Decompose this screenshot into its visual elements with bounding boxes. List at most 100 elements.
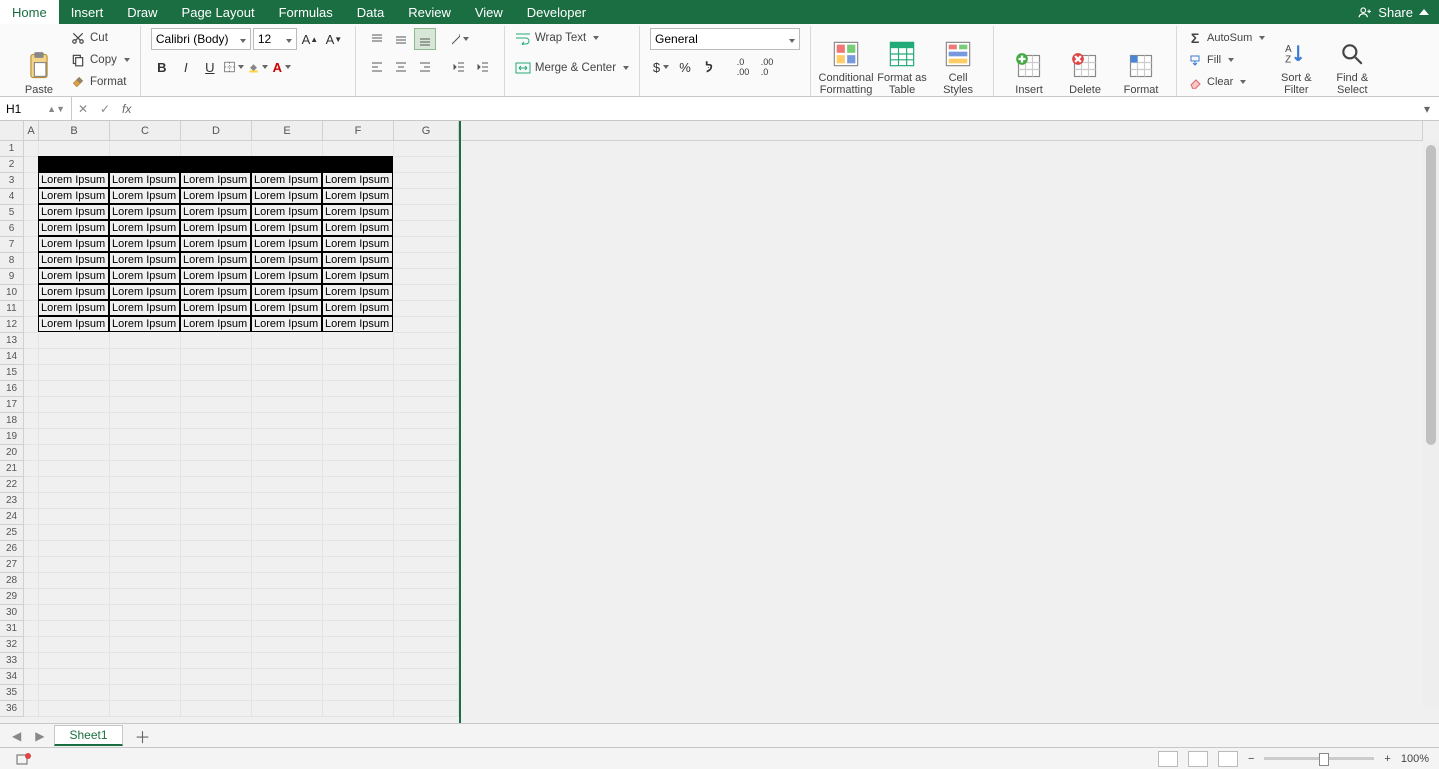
cell-F7[interactable]: Lorem Ipsum	[322, 236, 393, 252]
cell-E26[interactable]	[252, 541, 323, 557]
cell-E1[interactable]	[252, 141, 323, 157]
cell-E25[interactable]	[252, 525, 323, 541]
cell-B25[interactable]	[39, 525, 110, 541]
merge-center-button[interactable]: Merge & Center	[515, 58, 629, 78]
accounting-format-button[interactable]: $	[650, 56, 672, 78]
row-head-20[interactable]: 20	[0, 445, 24, 461]
cell-E35[interactable]	[252, 685, 323, 701]
cell-C10[interactable]: Lorem Ipsum	[109, 284, 180, 300]
cell-A10[interactable]	[24, 285, 39, 301]
sheet-nav-next[interactable]: ▶	[31, 729, 48, 743]
cell-B8[interactable]: Lorem Ipsum	[38, 252, 109, 268]
cell-F23[interactable]	[323, 493, 394, 509]
cell-B35[interactable]	[39, 685, 110, 701]
row-head-21[interactable]: 21	[0, 461, 24, 477]
cell-C12[interactable]: Lorem Ipsum	[109, 316, 180, 332]
cell-E4[interactable]: Lorem Ipsum	[251, 188, 322, 204]
cell-C23[interactable]	[110, 493, 181, 509]
cell-C21[interactable]	[110, 461, 181, 477]
autosum-button[interactable]: Σ AutoSum	[1187, 28, 1265, 48]
cell-A23[interactable]	[24, 493, 39, 509]
number-format-select[interactable]: General	[650, 28, 800, 50]
font-color-button[interactable]: A	[271, 56, 293, 78]
cell-E13[interactable]	[252, 333, 323, 349]
cell-D27[interactable]	[181, 557, 252, 573]
increase-decimal-button[interactable]: .0.00	[732, 56, 754, 78]
cell-F9[interactable]: Lorem Ipsum	[322, 268, 393, 284]
cell-G25[interactable]	[394, 525, 459, 541]
cell-E32[interactable]	[252, 637, 323, 653]
row-head-25[interactable]: 25	[0, 525, 24, 541]
cell-B17[interactable]	[39, 397, 110, 413]
cell-A13[interactable]	[24, 333, 39, 349]
cell-E15[interactable]	[252, 365, 323, 381]
cell-G24[interactable]	[394, 509, 459, 525]
cell-C4[interactable]: Lorem Ipsum	[109, 188, 180, 204]
row-head-23[interactable]: 23	[0, 493, 24, 509]
expand-formula-bar-button[interactable]: ▾	[1415, 102, 1439, 116]
cell-F4[interactable]: Lorem Ipsum	[322, 188, 393, 204]
fill-color-button[interactable]	[247, 56, 269, 78]
row-head-17[interactable]: 17	[0, 397, 24, 413]
cell-D14[interactable]	[181, 349, 252, 365]
cell-E16[interactable]	[252, 381, 323, 397]
cell-C17[interactable]	[110, 397, 181, 413]
tab-draw[interactable]: Draw	[115, 0, 169, 24]
cell-F28[interactable]	[323, 573, 394, 589]
cell-C16[interactable]	[110, 381, 181, 397]
cell-E2[interactable]	[251, 156, 322, 172]
cell-A35[interactable]	[24, 685, 39, 701]
cell-E9[interactable]: Lorem Ipsum	[251, 268, 322, 284]
cell-G20[interactable]	[394, 445, 459, 461]
cell-B29[interactable]	[39, 589, 110, 605]
row-head-33[interactable]: 33	[0, 653, 24, 669]
decrease-indent-button[interactable]	[448, 56, 470, 78]
cell-D30[interactable]	[181, 605, 252, 621]
cell-C32[interactable]	[110, 637, 181, 653]
align-middle-button[interactable]	[390, 28, 412, 50]
cell-D5[interactable]: Lorem Ipsum	[180, 204, 251, 220]
zoom-in-button[interactable]: +	[1384, 753, 1390, 765]
cell-B22[interactable]	[39, 477, 110, 493]
cell-G13[interactable]	[394, 333, 459, 349]
cell-A12[interactable]	[24, 317, 39, 333]
conditional-formatting-button[interactable]: Conditional Formatting	[821, 28, 871, 96]
cell-C34[interactable]	[110, 669, 181, 685]
cell-G6[interactable]	[394, 221, 459, 237]
cell-F2[interactable]	[322, 156, 393, 172]
cell-E8[interactable]: Lorem Ipsum	[251, 252, 322, 268]
cell-G34[interactable]	[394, 669, 459, 685]
cell-G32[interactable]	[394, 637, 459, 653]
cell-A25[interactable]	[24, 525, 39, 541]
cell-D19[interactable]	[181, 429, 252, 445]
cell-B31[interactable]	[39, 621, 110, 637]
wrap-text-button[interactable]: Wrap Text	[515, 28, 629, 48]
cell-C27[interactable]	[110, 557, 181, 573]
cell-E27[interactable]	[252, 557, 323, 573]
cell-G31[interactable]	[394, 621, 459, 637]
col-head-C[interactable]: C	[110, 121, 181, 141]
cell-F16[interactable]	[323, 381, 394, 397]
row-head-4[interactable]: 4	[0, 189, 24, 205]
cell-D35[interactable]	[181, 685, 252, 701]
row-head-19[interactable]: 19	[0, 429, 24, 445]
cell-A7[interactable]	[24, 237, 39, 253]
cell-F31[interactable]	[323, 621, 394, 637]
cancel-formula-button[interactable]: ✕	[72, 97, 94, 120]
cell-A15[interactable]	[24, 365, 39, 381]
col-head-B[interactable]: B	[39, 121, 110, 141]
cell-D34[interactable]	[181, 669, 252, 685]
cell-G33[interactable]	[394, 653, 459, 669]
cell-F22[interactable]	[323, 477, 394, 493]
cell-C6[interactable]: Lorem Ipsum	[109, 220, 180, 236]
sheet-tab[interactable]: Sheet1	[54, 725, 122, 746]
cell-C24[interactable]	[110, 509, 181, 525]
clear-button[interactable]: Clear	[1187, 72, 1265, 92]
tab-review[interactable]: Review	[396, 0, 463, 24]
cell-D8[interactable]: Lorem Ipsum	[180, 252, 251, 268]
copy-button[interactable]: Copy	[70, 50, 130, 70]
row-head-26[interactable]: 26	[0, 541, 24, 557]
cell-A11[interactable]	[24, 301, 39, 317]
cell-E24[interactable]	[252, 509, 323, 525]
cell-F25[interactable]	[323, 525, 394, 541]
